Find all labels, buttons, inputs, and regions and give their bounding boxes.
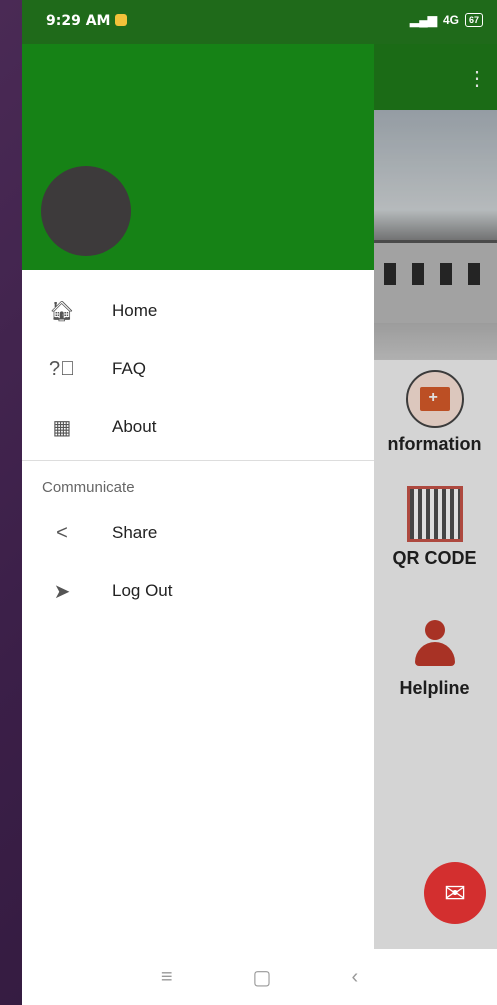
send-icon: ➤ xyxy=(53,580,71,603)
navigation-drawer: 🏠︎ Home ?⃝ FAQ ▦ About Communicate < Sha… xyxy=(22,44,374,949)
section-header: Communicate xyxy=(42,479,135,496)
drawer-header xyxy=(22,44,374,270)
drawer-menu: 🏠︎ Home ?⃝ FAQ ▦ About Communicate < Sha… xyxy=(22,282,374,620)
drawer-item-label: Log Out xyxy=(112,581,173,600)
drawer-item-label: FAQ xyxy=(112,359,147,378)
status-bar: 9:29 AM ▂▄▆ 4G 67 xyxy=(22,0,497,44)
network-type: 4G xyxy=(442,13,459,27)
mail-fab-button[interactable]: ✉ xyxy=(424,862,486,924)
home-nav-icon[interactable]: ▢ xyxy=(253,965,272,990)
share-icon: < xyxy=(56,521,68,544)
drawer-item-share[interactable]: < Share xyxy=(22,504,374,562)
battery-icon: 67 xyxy=(464,13,483,27)
mail-icon: ✉ xyxy=(444,877,466,908)
drawer-item-logout[interactable]: ➤ Log Out xyxy=(22,562,374,620)
drawer-item-label: Share xyxy=(112,523,158,542)
signal-icon: ▂▄▆ xyxy=(410,13,437,27)
grid-icon: ▦ xyxy=(52,416,72,439)
drawer-item-home[interactable]: 🏠︎ Home xyxy=(22,282,374,340)
drawer-item-label: About xyxy=(112,417,157,436)
notification-icon xyxy=(115,14,127,26)
avatar[interactable] xyxy=(41,166,131,256)
menu-nav-icon[interactable]: ≡ xyxy=(161,966,173,989)
help-circle-icon: ?⃝ xyxy=(48,357,76,380)
drawer-item-faq[interactable]: ?⃝ FAQ xyxy=(22,340,374,398)
status-indicators: ▂▄▆ 4G 67 xyxy=(410,13,483,27)
drawer-item-label: Home xyxy=(112,301,158,320)
back-nav-icon[interactable]: ‹ xyxy=(351,966,358,989)
home-icon: 🏠︎ xyxy=(49,300,75,323)
status-time: 9:29 AM xyxy=(46,13,111,29)
phone-screen: 9:29 AM ▂▄▆ 4G 67 ⋮ nformation xyxy=(22,0,497,1005)
drawer-item-about[interactable]: ▦ About xyxy=(22,398,374,456)
system-nav-bar: ≡ ▢ ‹ xyxy=(22,949,497,1005)
